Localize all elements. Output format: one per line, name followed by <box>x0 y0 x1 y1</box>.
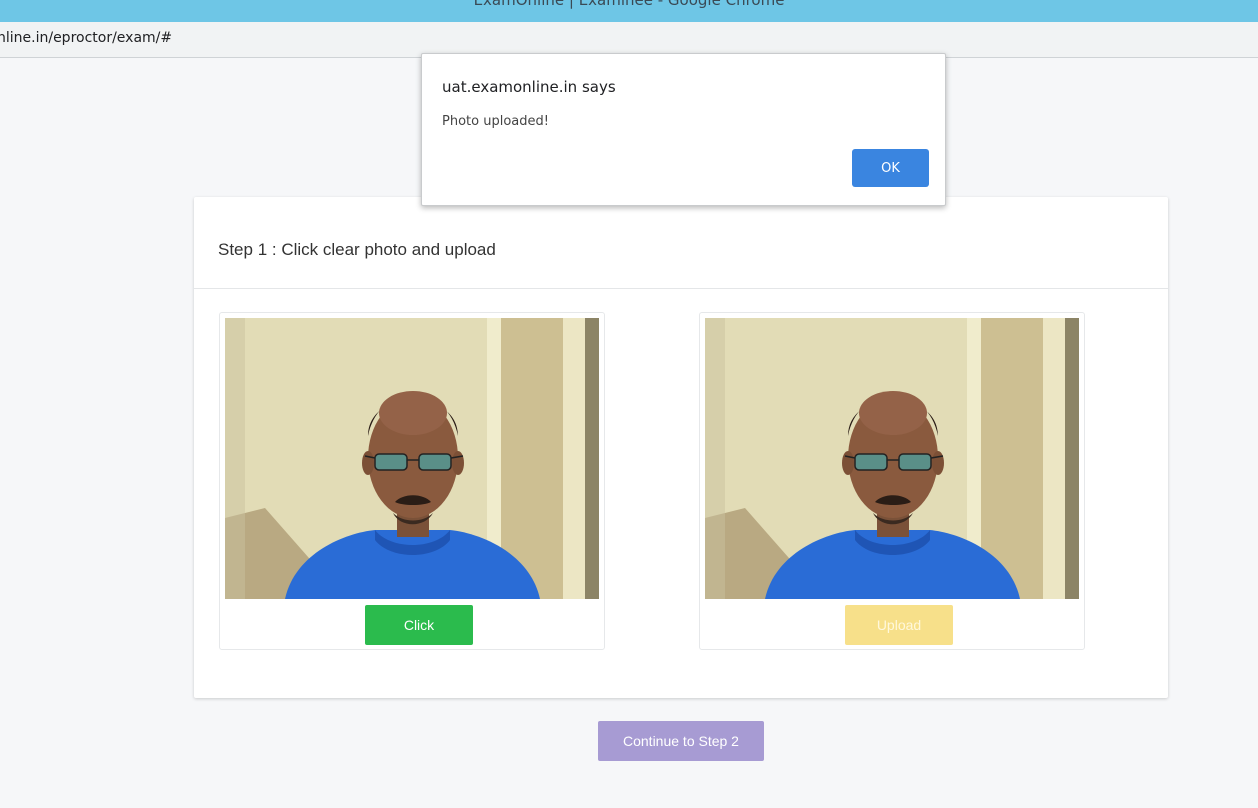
window-title-bar: ExamOnline | Examinee - Google Chrome <box>0 0 1258 22</box>
dialog-message: Photo uploaded! <box>442 114 549 129</box>
webcam-image <box>225 318 599 599</box>
captured-photo-panel: Upload <box>699 312 1085 650</box>
window-title: ExamOnline | Examinee - Google Chrome <box>473 0 785 9</box>
step-card: Step 1 : Click clear photo and upload Cl… <box>194 197 1168 698</box>
step-card-header: Step 1 : Click clear photo and upload <box>194 197 1168 289</box>
upload-photo-button[interactable]: Upload <box>845 605 953 645</box>
webcam-panel: Click <box>219 312 605 650</box>
dialog-origin: uat.examonline.in says <box>442 78 616 96</box>
captured-photo <box>705 318 1079 599</box>
webcam-feed <box>225 318 599 599</box>
dialog-ok-button[interactable]: OK <box>852 149 929 187</box>
step-title: Step 1 : Click clear photo and upload <box>218 240 496 259</box>
continue-to-step-2-button[interactable]: Continue to Step 2 <box>598 721 764 761</box>
captured-image <box>705 318 1079 599</box>
click-photo-button[interactable]: Click <box>365 605 473 645</box>
alert-dialog: uat.examonline.in says Photo uploaded! O… <box>421 53 946 206</box>
url-text[interactable]: nline.in/eproctor/exam/# <box>0 30 172 46</box>
